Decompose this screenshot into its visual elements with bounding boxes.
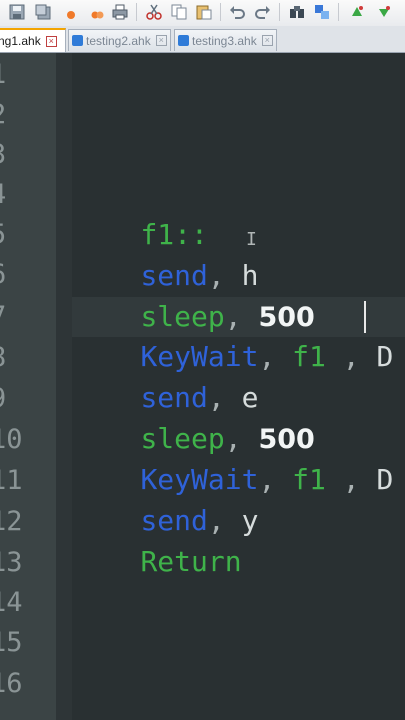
code-line-5: send, h (73, 216, 258, 292)
line-number: 3 (0, 135, 52, 175)
code-line-10: KeyWait, f1 , D (73, 420, 393, 496)
close-tab-icon[interactable]: × (45, 35, 57, 47)
code-editor[interactable]: 1 2 3 4 5 6 7 8 9 10 11 12 13 14 15 16 f… (0, 53, 405, 720)
file-saved-icon (178, 35, 189, 46)
tab-bar: ng1.ahk × testing2.ahk × testing3.ahk × (0, 26, 405, 53)
print-icon[interactable] (111, 3, 129, 21)
option-argument: D (376, 463, 394, 496)
line-number: 7 (0, 297, 52, 337)
line-number: 5 (0, 215, 52, 255)
code-line-6: sleep, 500 (73, 257, 314, 333)
close-all-icon[interactable] (88, 3, 106, 21)
toolbar-separator (220, 3, 221, 21)
close-tab-icon[interactable]: × (155, 35, 167, 46)
toolbar-separator (136, 3, 137, 21)
tab-label: ng1.ahk (0, 34, 41, 48)
comma: , (325, 463, 360, 496)
return-keyword: Return (140, 545, 242, 578)
option-argument: D (376, 340, 394, 373)
redo-icon[interactable] (254, 3, 272, 21)
line-number: 16 (0, 668, 23, 699)
code-line-9: sleep, 500 (73, 379, 314, 455)
line-number: 13 (0, 547, 23, 578)
line-number: 2 (0, 95, 52, 135)
tab-label: testing3.ahk (192, 33, 257, 48)
line-number: 8 (0, 338, 52, 378)
copy-icon[interactable] (170, 3, 188, 21)
toolbar-separator (279, 3, 280, 21)
close-file-icon[interactable] (62, 3, 80, 21)
line-number: 15 (0, 627, 23, 658)
code-line-11: send, y (73, 461, 258, 537)
comma: , (325, 340, 360, 373)
save-all-icon[interactable] (34, 3, 52, 21)
close-tab-icon[interactable]: × (261, 35, 273, 46)
comma: , (258, 463, 276, 496)
fold-margin (56, 53, 72, 720)
toolbar (0, 0, 405, 27)
code-line-7: KeyWait, f1 , D (73, 297, 393, 373)
paste-icon[interactable] (195, 3, 213, 21)
key-argument: f1 (292, 340, 326, 373)
find-icon[interactable] (288, 3, 306, 21)
line-number: 1 (0, 55, 52, 95)
code-line-12: Return (73, 502, 241, 578)
undo-icon[interactable] (228, 3, 246, 21)
line-number: 12 (0, 506, 23, 537)
tab-testing3[interactable]: testing3.ahk × (174, 29, 277, 51)
toolbar-separator (338, 3, 339, 21)
line-number: 10 (0, 424, 23, 455)
file-saved-icon (72, 35, 83, 46)
line-number: 6 (0, 255, 52, 295)
cut-icon[interactable] (145, 3, 163, 21)
line-number-gutter: 1 2 3 4 5 6 7 8 9 10 11 12 13 14 15 16 (0, 53, 56, 720)
zoom-out-icon[interactable] (375, 3, 393, 21)
line-number: 9 (0, 379, 52, 419)
zoom-in-icon[interactable] (348, 3, 366, 21)
code-line-8: send, e (73, 338, 258, 414)
save-icon[interactable] (8, 3, 26, 21)
text-caret (364, 301, 366, 333)
comma: , (258, 340, 276, 373)
line-number: 4 (0, 175, 52, 215)
replace-icon[interactable] (313, 3, 331, 21)
line-number: 11 (0, 465, 23, 496)
line-number: 14 (0, 587, 23, 618)
ibeam-cursor-icon: I (246, 229, 257, 250)
code-line-4: f1:: (73, 175, 207, 251)
tab-testing1[interactable]: ng1.ahk × (0, 28, 66, 52)
key-argument: f1 (292, 463, 326, 496)
tab-testing2[interactable]: testing2.ahk × (68, 29, 171, 51)
tab-label: testing2.ahk (86, 33, 151, 48)
